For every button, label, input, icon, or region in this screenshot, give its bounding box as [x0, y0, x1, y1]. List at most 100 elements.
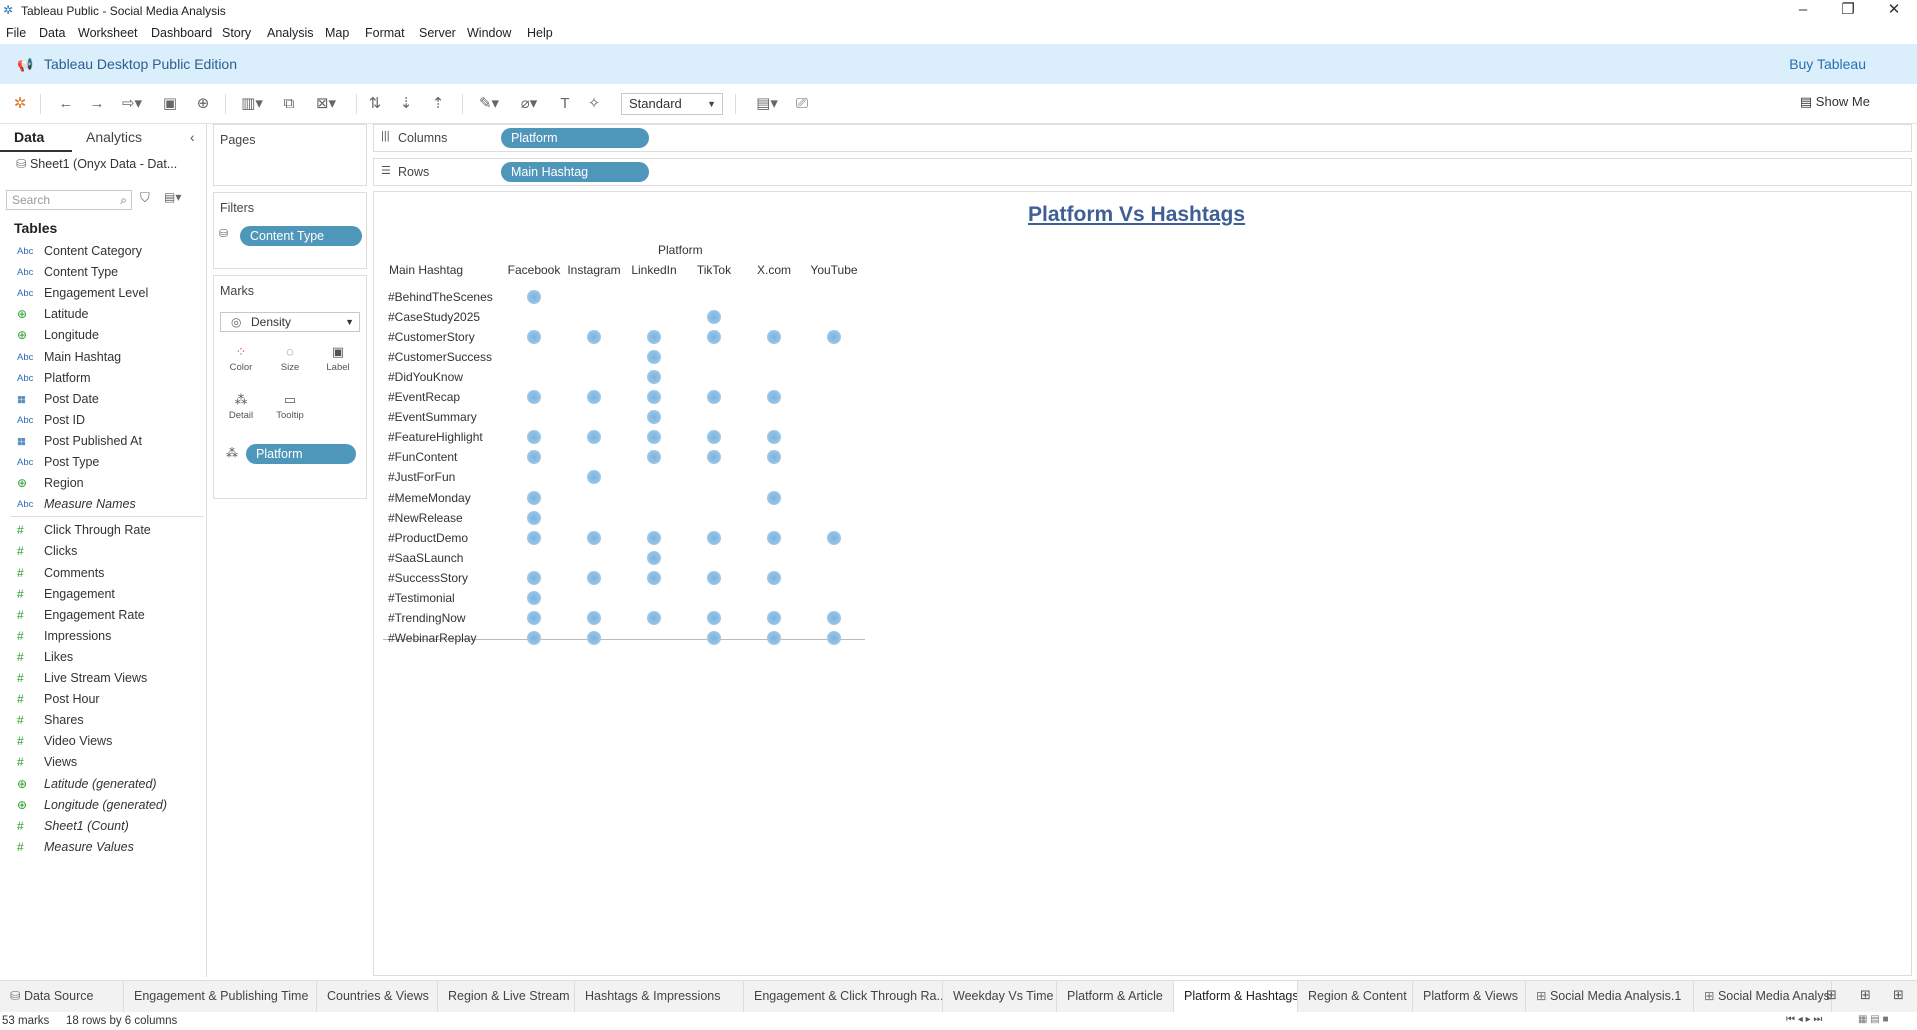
field-item[interactable]: ▦ Post Published At: [0, 431, 206, 452]
density-mark[interactable]: [647, 330, 661, 345]
menu-format[interactable]: Format: [365, 26, 405, 40]
density-mark[interactable]: [827, 610, 841, 625]
field-item[interactable]: Abc Content Type: [0, 262, 206, 283]
sheet-tab[interactable]: Region & Content: [1298, 981, 1413, 1012]
menu-dashboard[interactable]: Dashboard: [151, 26, 212, 40]
density-mark[interactable]: [827, 330, 841, 345]
density-mark[interactable]: [647, 610, 661, 625]
density-mark[interactable]: [587, 330, 601, 345]
density-mark[interactable]: [527, 630, 541, 645]
field-item[interactable]: # Impressions: [0, 626, 206, 647]
field-item[interactable]: # Video Views: [0, 731, 206, 752]
filters-shelf[interactable]: Filters ⛁ Content Type: [213, 192, 367, 269]
sheet-tab[interactable]: ⊞ Social Media Analysis.1: [1526, 981, 1694, 1012]
column-header-instagram[interactable]: Instagram: [566, 263, 622, 277]
menu-file[interactable]: File: [6, 26, 26, 40]
tab-analytics[interactable]: Analytics: [86, 124, 142, 150]
density-mark[interactable]: [767, 530, 781, 545]
field-item[interactable]: # Engagement Rate: [0, 605, 206, 626]
sheet-tab[interactable]: Hashtags & Impressions: [575, 981, 744, 1012]
minimize-button[interactable]: –: [1781, 0, 1825, 22]
menu-server[interactable]: Server: [419, 26, 456, 40]
swap-rows-columns-icon[interactable]: ⇅: [365, 92, 385, 116]
density-mark[interactable]: [707, 330, 721, 345]
menu-map[interactable]: Map: [325, 26, 349, 40]
filter-fields-icon[interactable]: ⛉: [140, 190, 150, 206]
sheet-navigation-icon[interactable]: ⏮ ◂ ▸ ⏭: [1786, 1014, 1822, 1025]
row-header-hashtag[interactable]: #EventSummary: [388, 410, 477, 424]
replay-icon[interactable]: ⇨▾: [117, 92, 147, 116]
new-worksheet-tab-icon[interactable]: ⊞: [1826, 987, 1837, 1003]
field-item[interactable]: # Views: [0, 752, 206, 773]
field-item[interactable]: Abc Platform: [0, 368, 206, 389]
row-header-hashtag[interactable]: #EventRecap: [388, 390, 460, 404]
field-item[interactable]: # Clicks: [0, 541, 206, 562]
new-worksheet-icon[interactable]: ▥▾: [236, 92, 268, 116]
density-mark[interactable]: [827, 630, 841, 645]
menu-worksheet[interactable]: Worksheet: [78, 26, 138, 40]
field-search-input[interactable]: Search ⌕: [6, 190, 132, 210]
new-datasource-icon[interactable]: ⊕: [193, 92, 213, 116]
menu-data[interactable]: Data: [39, 26, 65, 40]
column-header-tiktok[interactable]: TikTok: [686, 263, 742, 277]
field-item[interactable]: Abc Main Hashtag: [0, 347, 206, 368]
row-header-hashtag[interactable]: #FeatureHighlight: [388, 430, 483, 444]
save-icon[interactable]: ▣: [160, 92, 180, 116]
density-mark[interactable]: [587, 630, 601, 645]
density-mark[interactable]: [527, 610, 541, 625]
fix-axes-icon[interactable]: ✧: [584, 92, 604, 116]
field-item[interactable]: ⊕ Longitude: [0, 325, 206, 346]
filter-pill-content-type[interactable]: Content Type: [240, 226, 362, 246]
density-mark[interactable]: [767, 630, 781, 645]
mark-type-dropdown[interactable]: ◎ Density ▼: [220, 312, 360, 332]
row-header-hashtag[interactable]: #ProductDemo: [388, 531, 468, 545]
view-sorter-icon[interactable]: ▦ ▤ ■: [1858, 1014, 1889, 1025]
sheet-tab[interactable]: Countries & Views: [317, 981, 438, 1012]
show-me-button[interactable]: ▤ Show Me: [1800, 94, 1870, 110]
row-header-hashtag[interactable]: #TrendingNow: [388, 611, 466, 625]
marks-size-button[interactable]: ◌ Size: [270, 340, 310, 380]
density-mark[interactable]: [527, 530, 541, 545]
menu-window[interactable]: Window: [467, 26, 511, 40]
menu-story[interactable]: Story: [222, 26, 251, 40]
density-mark[interactable]: [527, 290, 541, 304]
close-button[interactable]: ✕: [1872, 0, 1916, 22]
column-header-facebook[interactable]: Facebook: [506, 263, 562, 277]
sheet-tab[interactable]: Engagement & Click Through Ra...: [744, 981, 943, 1012]
field-item[interactable]: ▦ Post Date: [0, 389, 206, 410]
row-header-hashtag[interactable]: #WebinarReplay: [388, 631, 477, 645]
sort-ascending-icon[interactable]: ⇣: [396, 92, 416, 116]
marks-tooltip-button[interactable]: ▭ Tooltip: [270, 388, 310, 428]
new-story-tab-icon[interactable]: ⊞: [1893, 987, 1904, 1003]
density-mark[interactable]: [707, 570, 721, 585]
row-header-hashtag[interactable]: #MemeMonday: [388, 491, 471, 505]
sheet-tab[interactable]: Platform & Hashtags: [1174, 981, 1298, 1012]
redo-icon[interactable]: →: [87, 92, 107, 116]
show-cards-icon[interactable]: ▤▾: [750, 92, 784, 116]
field-item[interactable]: # Sheet1 (Count): [0, 816, 206, 837]
menu-help[interactable]: Help: [527, 26, 553, 40]
density-mark[interactable]: [767, 570, 781, 585]
density-mark[interactable]: [587, 530, 601, 545]
density-mark[interactable]: [527, 510, 541, 525]
new-dashboard-tab-icon[interactable]: ⊞: [1860, 987, 1871, 1003]
worksheet-view[interactable]: [373, 191, 1912, 976]
sheet-tab[interactable]: Weekday Vs Time: [943, 981, 1057, 1012]
density-mark[interactable]: [647, 530, 661, 545]
sheet-tab[interactable]: Platform & Views: [1413, 981, 1526, 1012]
field-item[interactable]: ⊕ Latitude: [0, 304, 206, 325]
marks-label-button[interactable]: ▣ Label: [318, 340, 358, 380]
row-header-hashtag[interactable]: #Testimonial: [388, 591, 455, 605]
row-header-hashtag[interactable]: #NewRelease: [388, 511, 463, 525]
column-header-linkedin[interactable]: LinkedIn: [626, 263, 682, 277]
buy-tableau-link[interactable]: Buy Tableau: [1789, 56, 1866, 72]
row-header-hashtag[interactable]: #FunContent: [388, 450, 457, 464]
field-item[interactable]: # Likes: [0, 647, 206, 668]
density-mark[interactable]: [767, 610, 781, 625]
density-mark[interactable]: [587, 570, 601, 585]
duplicate-sheet-icon[interactable]: ⧉: [279, 92, 299, 116]
field-item[interactable]: # Click Through Rate: [0, 520, 206, 541]
tab-data[interactable]: Data: [14, 124, 44, 150]
marks-detail-button[interactable]: ⁂ Detail: [221, 388, 261, 428]
clear-sheet-icon[interactable]: ⊠▾: [309, 92, 343, 116]
